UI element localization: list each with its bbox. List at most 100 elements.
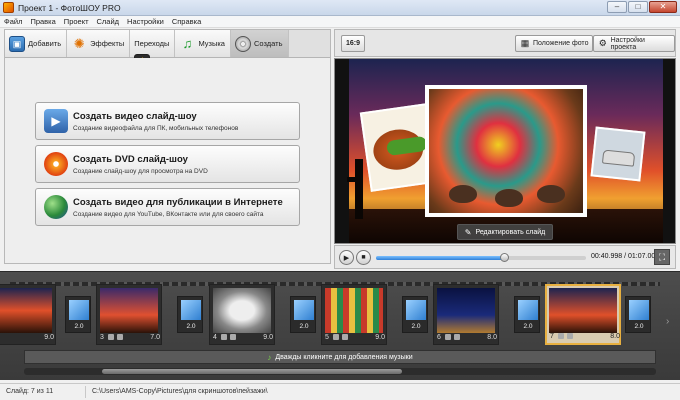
dvd-icon xyxy=(44,152,68,176)
slide-edit-icon[interactable] xyxy=(220,334,227,340)
slide-edit-icon[interactable] xyxy=(557,333,564,339)
rally-car-photo-card xyxy=(590,126,646,182)
create-video-slideshow-button[interactable]: ▶ Создать видео слайд-шоу Создание видео… xyxy=(35,102,300,140)
slide-edit-icon[interactable] xyxy=(107,334,114,340)
transition-duration: 2.0 xyxy=(634,323,644,330)
slide-info: 9.0 xyxy=(0,332,54,342)
minimize-button[interactable]: – xyxy=(607,1,627,13)
close-button[interactable]: ✕ xyxy=(649,1,677,13)
transition-block[interactable]: 2.0 xyxy=(402,296,428,333)
fullscreen-button[interactable]: ⛶ xyxy=(654,249,670,265)
timeline-right-arrow-icon[interactable]: › xyxy=(666,316,669,327)
slide-thumb[interactable]: 9.0 xyxy=(0,284,56,345)
tab-music-label: Музыка xyxy=(198,39,225,48)
playback-thumb[interactable] xyxy=(500,253,510,262)
video-file-icon: ▶ xyxy=(44,109,68,133)
slide-thumb[interactable]: 5 9.0 xyxy=(321,284,387,345)
slide-edit-icon[interactable] xyxy=(332,334,339,340)
play-button[interactable]: ▶ xyxy=(339,250,354,265)
window-title: Проект 1 - ФотоШОУ PRO xyxy=(18,2,121,13)
edit-slide-button[interactable]: ✎ Редактировать слайд xyxy=(457,224,553,240)
transition-block[interactable]: 2.0 xyxy=(514,296,540,333)
aspect-ratio-button[interactable]: 16:9 xyxy=(341,35,366,52)
tab-effects-label: Эффекты xyxy=(90,39,125,48)
transition-block[interactable]: 2.0 xyxy=(65,296,91,333)
slide-thumb[interactable]: 4 9.0 xyxy=(209,284,275,345)
slide-preview[interactable]: ✎ Редактировать слайд xyxy=(334,58,676,244)
photo-position-icon: ▦ xyxy=(520,38,530,48)
slide-thumb-selected[interactable]: 7 8.0 xyxy=(545,284,621,345)
transition-icon xyxy=(518,300,538,320)
transition-block[interactable]: 2.0 xyxy=(625,296,651,333)
slide-effect-icon[interactable] xyxy=(116,334,123,340)
slide-image xyxy=(549,288,617,333)
sombrero-1 xyxy=(449,185,477,203)
tab-add[interactable]: ▣ Добавить xyxy=(5,30,68,57)
slide-image xyxy=(213,288,271,333)
sombrero-2 xyxy=(495,189,523,207)
left-panel: ▣ Добавить ✺ Эффекты ★ Переходы ♫ Музыка… xyxy=(4,29,331,264)
create-dvd-slideshow-button[interactable]: Создать DVD слайд-шоу Создание слайд-шоу… xyxy=(35,145,300,183)
slide-info: 6 8.0 xyxy=(437,332,497,342)
slide-info: 7 8.0 xyxy=(550,331,620,341)
slide-effect-icon[interactable] xyxy=(453,334,460,340)
slide-info: 5 9.0 xyxy=(325,332,385,342)
tab-create[interactable]: Создать xyxy=(230,30,289,57)
dancer-photo xyxy=(429,89,583,213)
tab-create-label: Создать xyxy=(253,39,283,48)
main-tabs: ▣ Добавить ✺ Эффекты ★ Переходы ♫ Музыка… xyxy=(5,30,330,70)
slide-number: 3 xyxy=(100,333,104,341)
time-display: 00:40.998 / 01:07.000 xyxy=(591,253,660,260)
stop-button[interactable]: ■ xyxy=(356,250,371,265)
create-web-subtitle: Создание видео для YouTube, ВКонтакте ил… xyxy=(73,210,264,218)
menu-edit[interactable]: Правка xyxy=(30,17,55,26)
transition-icon xyxy=(629,300,649,320)
preview-toolbar: 16:9 ▦ Положение фото ⚙ Настройки проект… xyxy=(334,29,676,57)
menu-help[interactable]: Справка xyxy=(172,17,201,26)
player-controls: ▶ ■ 00:40.998 / 01:07.000 ⛶ xyxy=(334,245,676,269)
menu-project[interactable]: Проект xyxy=(64,17,89,26)
transition-icon xyxy=(406,300,426,320)
maximize-button[interactable]: □ xyxy=(628,1,648,13)
slide-thumb[interactable]: 6 8.0 xyxy=(433,284,499,345)
transition-icon xyxy=(181,300,201,320)
slide-image xyxy=(325,288,383,333)
create-web-video-button[interactable]: Создать видео для публикации в Интернете… xyxy=(35,188,300,226)
playback-track[interactable] xyxy=(376,256,586,260)
transition-icon xyxy=(294,300,314,320)
tab-effects[interactable]: ✺ Эффекты xyxy=(67,30,131,57)
app-logo-icon xyxy=(3,2,14,13)
slide-number: 4 xyxy=(213,333,217,341)
menu-file[interactable]: Файл xyxy=(4,17,22,26)
slide-edit-icon[interactable] xyxy=(444,334,451,340)
slide-effect-icon[interactable] xyxy=(341,334,348,340)
slide-image xyxy=(437,288,495,333)
slide-duration: 9.0 xyxy=(263,333,273,341)
slide-duration: 7.0 xyxy=(150,333,160,341)
transition-block[interactable]: 2.0 xyxy=(290,296,316,333)
slide-effect-icon[interactable] xyxy=(566,333,573,339)
pencil-icon: ✎ xyxy=(464,227,472,237)
gear-icon: ⚙ xyxy=(598,38,607,48)
tab-transitions[interactable]: ★ Переходы xyxy=(130,30,176,70)
menu-slide[interactable]: Слайд xyxy=(97,17,120,26)
photo-position-label: Положение фото xyxy=(533,40,589,47)
slide-number: 6 xyxy=(437,333,441,341)
globe-icon xyxy=(44,195,68,219)
dancer-photo-frame xyxy=(425,85,587,217)
create-video-text: Создать видео слайд-шоу Создание видеофа… xyxy=(73,111,238,132)
tab-music[interactable]: ♫ Музыка xyxy=(175,30,231,57)
menu-settings[interactable]: Настройки xyxy=(127,17,164,26)
music-hint-label: Дважды кликните для добавления музыки xyxy=(275,353,413,361)
timeline-scrollbar[interactable] xyxy=(24,368,656,375)
project-settings-button[interactable]: ⚙ Настройки проекта xyxy=(593,35,675,52)
photo-position-button[interactable]: ▦ Положение фото xyxy=(515,35,594,52)
slide-duration: 8.0 xyxy=(610,332,620,340)
transition-block[interactable]: 2.0 xyxy=(177,296,203,333)
slide-effect-icon[interactable] xyxy=(229,334,236,340)
slide-thumb[interactable]: 3 7.0 xyxy=(96,284,162,345)
tab-add-label: Добавить xyxy=(28,39,62,48)
music-track[interactable]: ♪ Дважды кликните для добавления музыки xyxy=(24,350,656,364)
slide-image xyxy=(0,288,52,333)
timeline-scroll-thumb[interactable] xyxy=(102,369,402,374)
